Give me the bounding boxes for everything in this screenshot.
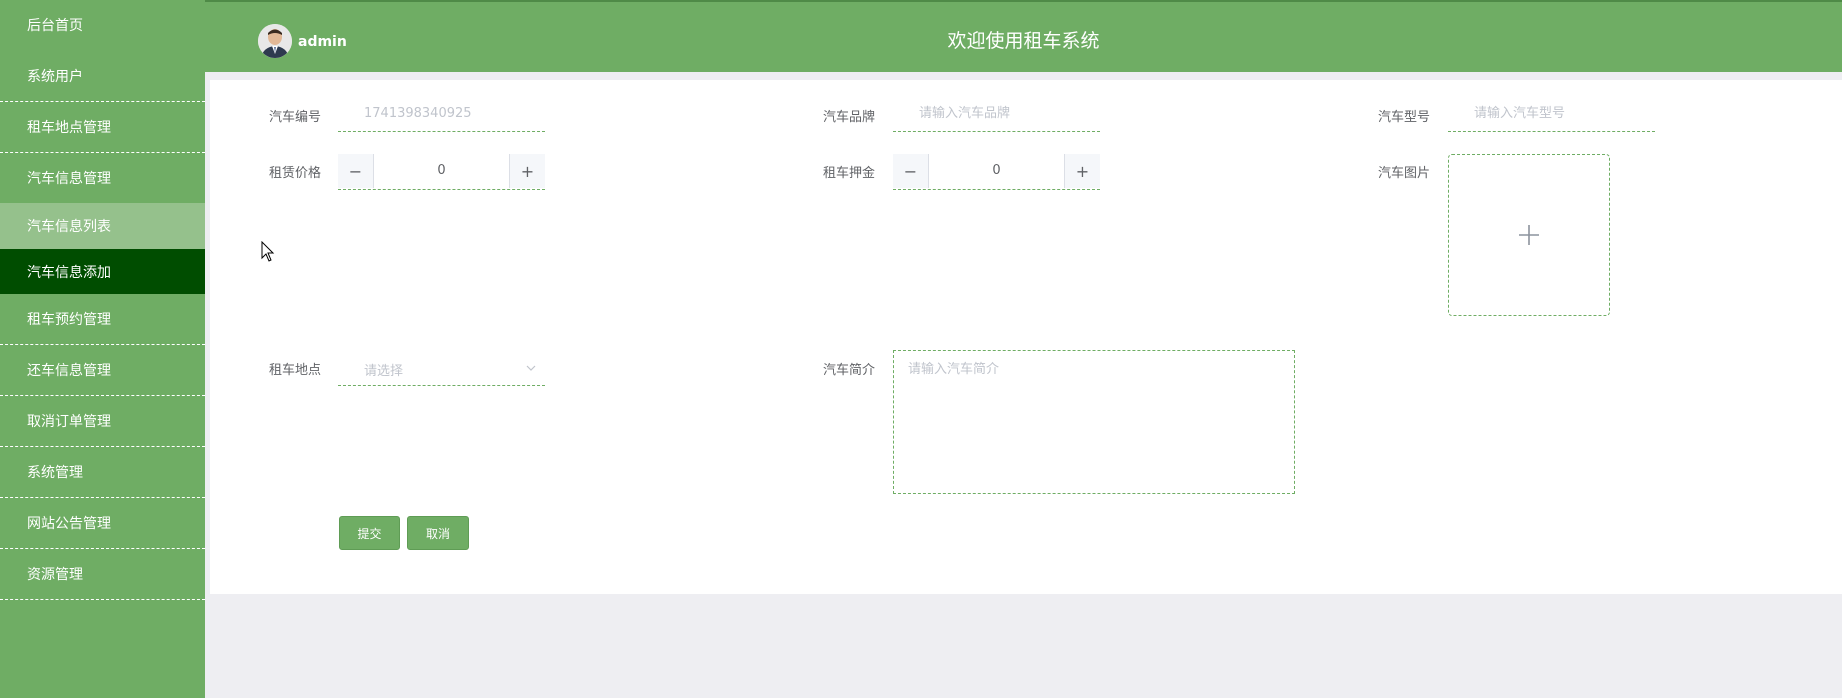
rent-location-placeholder: 请选择 [364, 364, 404, 379]
sidebar-item-system-management[interactable]: 系统管理 [0, 447, 205, 498]
car-number-label: 汽车编号 [269, 110, 322, 125]
car-model-field[interactable] [1448, 96, 1655, 132]
sidebar-item-system-users[interactable]: 系统用户 [0, 50, 205, 102]
sidebar-item-resource-management[interactable]: 资源管理 [0, 549, 205, 600]
sidebar-item-label: 资源管理 [27, 567, 83, 583]
rent-deposit-increase-button[interactable]: + [1064, 154, 1100, 188]
rent-deposit-decrease-button[interactable]: − [893, 154, 929, 188]
sidebar-item-label: 网站公告管理 [27, 516, 111, 532]
sidebar: 后台首页 系统用户 租车地点管理 汽车信息管理 汽车信息列表 汽车信息添加 租车… [0, 0, 205, 698]
rent-price-stepper: − 0 + [338, 154, 545, 190]
sidebar-item-label: 汽车信息添加 [27, 264, 111, 281]
plus-icon: + [1075, 161, 1090, 181]
sidebar-item-label: 租车预约管理 [27, 312, 111, 328]
form-panel: 汽车编号 汽车品牌 汽车型号 租赁价格 − 0 + 租车押金 − 0 + 汽车图… [210, 80, 1842, 594]
minus-icon: − [903, 161, 918, 181]
rent-price-decrease-button[interactable]: − [338, 154, 374, 188]
car-intro-label: 汽车简介 [823, 363, 876, 378]
rent-deposit-value[interactable]: 0 [929, 154, 1064, 188]
mouse-cursor-icon [261, 241, 275, 262]
sidebar-item-car-list[interactable]: 汽车信息列表 [0, 203, 205, 249]
sidebar-item-label: 后台首页 [27, 18, 83, 34]
rent-price-label: 租赁价格 [269, 166, 322, 181]
rent-location-label: 租车地点 [269, 363, 322, 378]
sidebar-item-label: 还车信息管理 [27, 363, 111, 379]
car-brand-label: 汽车品牌 [823, 110, 876, 125]
rent-price-increase-button[interactable]: + [509, 154, 545, 188]
sidebar-item-label: 系统管理 [27, 465, 83, 481]
rent-price-value[interactable]: 0 [374, 154, 509, 188]
sidebar-item-car-add[interactable]: 汽车信息添加 [0, 249, 205, 294]
sidebar-item-cancel-order-management[interactable]: 取消订单管理 [0, 396, 205, 447]
page-title: 欢迎使用租车系统 [947, 30, 1100, 52]
cancel-button[interactable]: 取消 [407, 516, 469, 550]
plus-icon: + [520, 161, 535, 181]
car-image-uploader[interactable] [1448, 154, 1610, 316]
sidebar-item-label: 取消订单管理 [27, 414, 111, 430]
plus-icon [1519, 225, 1539, 245]
sidebar-item-car-management[interactable]: 汽车信息管理 [0, 153, 205, 203]
rent-location-select[interactable]: 请选择 [338, 350, 545, 386]
sidebar-item-label: 汽车信息列表 [27, 219, 111, 235]
car-image-label: 汽车图片 [1378, 166, 1431, 181]
minus-icon: − [348, 161, 363, 181]
sidebar-item-notice-management[interactable]: 网站公告管理 [0, 498, 205, 549]
car-brand-field[interactable] [893, 96, 1100, 132]
chevron-down-icon [526, 365, 536, 371]
rent-deposit-label: 租车押金 [823, 166, 876, 181]
sidebar-item-label: 租车地点管理 [27, 120, 111, 136]
sidebar-item-reservation-management[interactable]: 租车预约管理 [0, 294, 205, 345]
sidebar-item-return-management[interactable]: 还车信息管理 [0, 345, 205, 396]
sidebar-item-location-management[interactable]: 租车地点管理 [0, 102, 205, 153]
header: admin 欢迎使用租车系统 [205, 0, 1842, 72]
rent-deposit-stepper: − 0 + [893, 154, 1100, 190]
car-intro-textarea[interactable] [893, 350, 1295, 494]
sidebar-item-home[interactable]: 后台首页 [0, 0, 205, 50]
submit-button[interactable]: 提交 [339, 516, 400, 550]
car-number-field[interactable] [338, 96, 545, 132]
sidebar-item-label: 系统用户 [27, 68, 83, 85]
car-model-label: 汽车型号 [1378, 110, 1431, 125]
sidebar-item-label: 汽车信息管理 [27, 171, 111, 187]
